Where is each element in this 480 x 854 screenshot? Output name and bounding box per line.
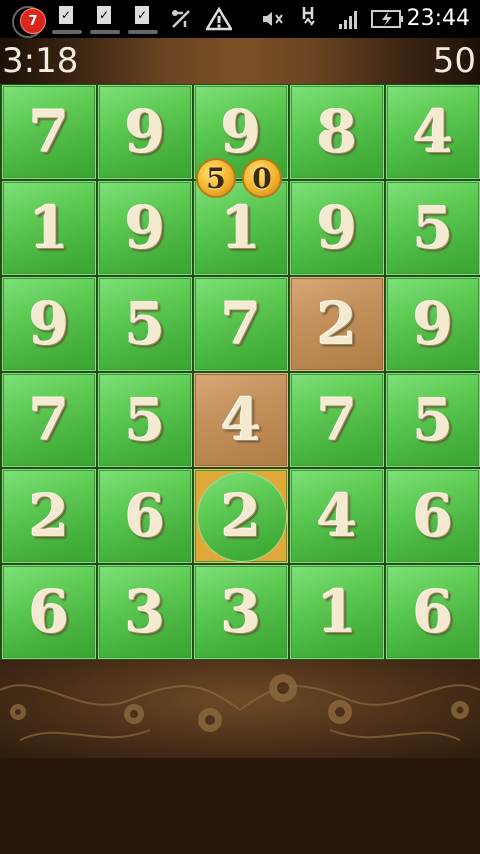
tile-number: 9 — [316, 194, 358, 262]
clock: 23:44 — [406, 6, 470, 31]
number-tile[interactable]: 7 — [2, 373, 96, 467]
number-tile[interactable]: 5 — [98, 373, 192, 467]
hspa-data-icon — [298, 0, 322, 38]
tile-number: 5 — [124, 290, 166, 358]
tile-number: 4 — [412, 98, 454, 166]
number-tile[interactable]: 2 — [2, 469, 96, 563]
tile-number: 5 — [124, 386, 166, 454]
tile-number: 5 — [412, 386, 454, 454]
game-score: 50 — [432, 41, 476, 81]
game-header: 3:18 50 — [0, 38, 480, 84]
number-tile[interactable]: 5 — [98, 277, 192, 371]
number-tile[interactable]: 5 — [386, 373, 480, 467]
tile-number: 2 — [220, 482, 262, 550]
number-tile[interactable]: 7 — [194, 277, 288, 371]
tile-number: 9 — [412, 290, 454, 358]
tile-number: 6 — [124, 482, 166, 550]
number-tile[interactable]: 6 — [386, 565, 480, 659]
number-tile[interactable]: 5 — [386, 181, 480, 275]
usb-debug-icon — [166, 0, 196, 38]
number-tile[interactable]: 9 — [98, 181, 192, 275]
tile-number: 2 — [28, 482, 70, 550]
status-bar: 7 ✓ ✓ ✓ 23:44 — [0, 0, 480, 38]
number-tile[interactable]: 3 — [194, 565, 288, 659]
file-check-icon[interactable]: ✓ — [128, 6, 158, 34]
number-tile[interactable]: 8 — [290, 85, 384, 179]
number-tile[interactable]: 7 — [2, 85, 96, 179]
mute-icon — [260, 0, 286, 38]
number-tile[interactable]: 9 — [290, 181, 384, 275]
number-tile[interactable]: 3 — [98, 565, 192, 659]
tile-number: 2 — [316, 290, 358, 358]
decorative-footer — [0, 660, 480, 758]
number-tile[interactable]: 4 — [386, 85, 480, 179]
tile-number: 9 — [124, 194, 166, 262]
bottom-area — [0, 758, 480, 854]
number-tile[interactable]: 6 — [98, 469, 192, 563]
tile-number: 9 — [124, 98, 166, 166]
score-coin: 0 — [242, 158, 282, 198]
number-tile[interactable]: 7 — [290, 373, 384, 467]
tile-number: 5 — [412, 194, 454, 262]
number-tile[interactable]: 1 — [290, 565, 384, 659]
tile-number: 8 — [316, 98, 358, 166]
signal-icon — [336, 0, 362, 38]
tile-number: 6 — [412, 482, 454, 550]
score-coin: 5 — [196, 158, 236, 198]
file-check-icon[interactable]: ✓ — [90, 6, 120, 34]
score-coin-digit: 0 — [252, 161, 272, 195]
tile-number: 4 — [316, 482, 358, 550]
battery-charging-icon — [370, 0, 406, 38]
score-coin-digit: 5 — [206, 161, 226, 195]
score-popup: 5 0 — [196, 158, 288, 200]
tile-number: 4 — [220, 386, 262, 454]
tile-number: 6 — [412, 578, 454, 646]
tile-number: 1 — [28, 194, 70, 262]
tile-number: 9 — [220, 98, 262, 166]
number-tile[interactable]: 9 — [386, 277, 480, 371]
tile-number: 7 — [28, 386, 70, 454]
number-tile[interactable]: 9 — [2, 277, 96, 371]
tile-number: 1 — [316, 578, 358, 646]
number-tile[interactable]: 6 — [386, 469, 480, 563]
tile-number: 3 — [124, 578, 166, 646]
cursor-tile[interactable]: 2 — [194, 469, 288, 563]
notification-badge-icon[interactable]: 7 — [20, 8, 46, 34]
tile-number: 3 — [220, 578, 262, 646]
number-tile[interactable]: 6 — [2, 565, 96, 659]
warning-icon — [204, 0, 234, 38]
tile-number: 7 — [28, 98, 70, 166]
selected-tile[interactable]: 4 — [194, 373, 288, 467]
game-timer: 3:18 — [2, 41, 79, 81]
file-check-icon[interactable]: ✓ — [52, 6, 82, 34]
tile-number: 1 — [220, 194, 262, 262]
tile-number: 6 — [28, 578, 70, 646]
number-tile[interactable]: 9 — [98, 85, 192, 179]
tile-number: 9 — [28, 290, 70, 358]
number-tile[interactable]: 1 — [2, 181, 96, 275]
tile-number: 7 — [220, 290, 262, 358]
number-tile[interactable]: 4 — [290, 469, 384, 563]
tile-number: 7 — [316, 386, 358, 454]
notification-count: 7 — [28, 13, 38, 29]
selected-tile[interactable]: 2 — [290, 277, 384, 371]
